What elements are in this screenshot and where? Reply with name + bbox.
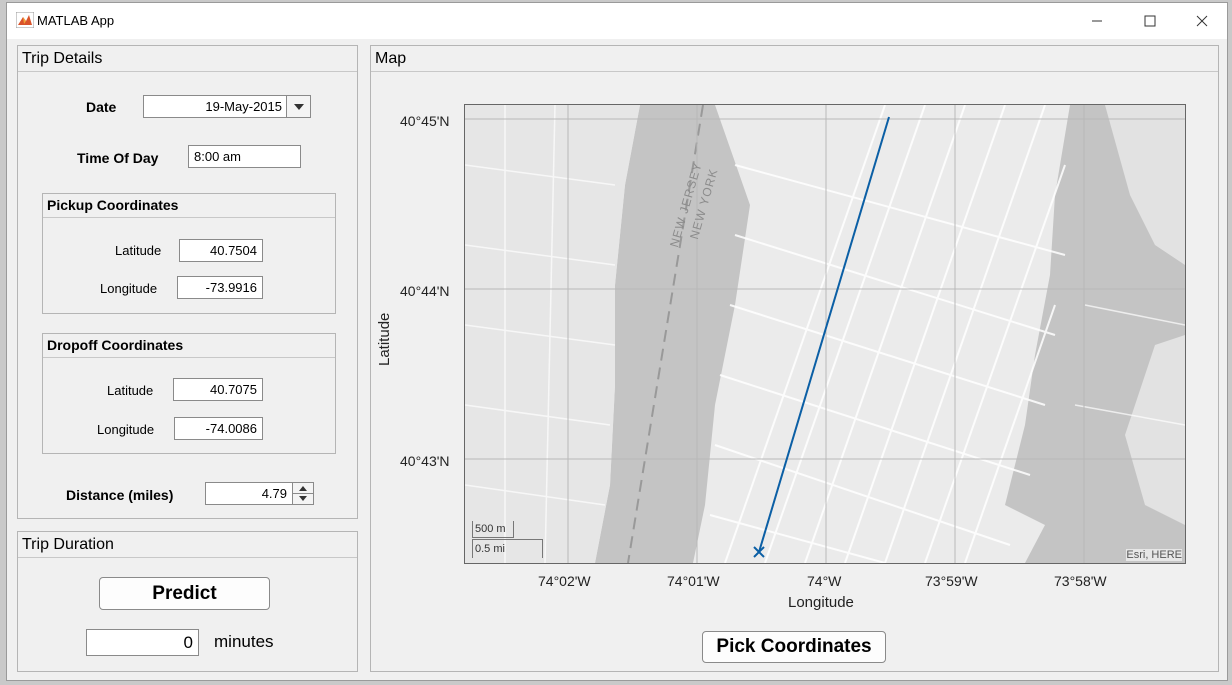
trip-duration-title: Trip Duration <box>22 536 114 553</box>
minimize-icon <box>1092 20 1102 22</box>
predict-button[interactable]: Predict <box>99 577 270 610</box>
maximize-icon <box>1144 15 1156 27</box>
matlab-icon <box>16 12 34 28</box>
close-button[interactable] <box>1177 3 1227 39</box>
lat-tick-label: 40°43'N <box>400 453 450 469</box>
dropoff-latitude-field[interactable]: 40.7075 <box>173 378 263 401</box>
trip-details-title: Trip Details <box>22 50 103 67</box>
latitude-axis-label: Latitude <box>376 312 393 366</box>
distance-label: Distance (miles) <box>66 487 174 503</box>
maximize-button[interactable] <box>1125 3 1175 39</box>
minutes-field[interactable]: 0 <box>86 629 199 656</box>
minutes-label: minutes <box>214 632 274 651</box>
chevron-down-icon <box>293 103 304 110</box>
spinner-arrows-icon <box>293 486 313 501</box>
date-label: Date <box>86 99 117 115</box>
close-icon <box>1196 15 1208 27</box>
scale-bar: 500 m 0.5 mi <box>472 521 543 560</box>
distance-field[interactable]: 4.79 <box>205 482 293 505</box>
title-bar: MATLAB App <box>7 3 1227 39</box>
dropoff-latitude-label: Latitude <box>107 383 154 398</box>
lat-tick-label: 40°44'N <box>400 283 450 299</box>
dropoff-longitude-label: Longitude <box>97 422 155 437</box>
lon-tick-label: 74°01'W <box>667 573 720 589</box>
dropoff-coordinates-panel: Dropoff Coordinates Latitude 40.7075 Lon… <box>42 333 336 454</box>
map-attribution: Esri, HERE <box>1126 549 1182 561</box>
window-title: MATLAB App <box>37 13 115 28</box>
lon-tick-label: 73°59'W <box>925 573 978 589</box>
pickup-latitude-label: Latitude <box>115 243 162 258</box>
scale-miles: 0.5 mi <box>472 539 543 558</box>
time-of-day-field[interactable]: 8:00 am <box>188 145 301 168</box>
dropoff-longitude-field[interactable]: -74.0086 <box>174 417 263 440</box>
time-of-day-label: Time Of Day <box>77 150 159 166</box>
longitude-axis-label: Longitude <box>788 594 854 611</box>
lon-tick-label: 74°W <box>807 573 842 589</box>
lon-tick-label: 74°02'W <box>538 573 591 589</box>
pickup-latitude-field[interactable]: 40.7504 <box>179 239 263 262</box>
app-window: MATLAB App Trip Details Date 19-May-2015… <box>6 2 1228 681</box>
map-title: Map <box>375 50 407 67</box>
map-axes[interactable]: NEW JERSEY NEW YORK 500 m 0.5 mi Esri, H… <box>464 104 1186 564</box>
minimize-button[interactable] <box>1072 3 1122 39</box>
trip-details-panel: Trip Details Date 19-May-2015 Time Of Da… <box>17 45 358 519</box>
trip-duration-panel: Trip Duration Predict 0 minutes <box>17 531 358 672</box>
pickup-longitude-field[interactable]: -73.9916 <box>177 276 263 299</box>
pickup-title: Pickup Coordinates <box>47 197 179 213</box>
lon-tick-label: 73°58'W <box>1054 573 1107 589</box>
pick-coordinates-button[interactable]: Pick Coordinates <box>702 631 886 663</box>
pickup-coordinates-panel: Pickup Coordinates Latitude 40.7504 Long… <box>42 193 336 314</box>
distance-spinner[interactable] <box>292 482 314 505</box>
pickup-longitude-label: Longitude <box>100 281 158 296</box>
scale-meters: 500 m <box>472 521 514 538</box>
basemap <box>465 105 1185 563</box>
date-dropdown-button[interactable] <box>286 95 311 118</box>
date-field[interactable]: 19-May-2015 <box>143 95 288 118</box>
dropoff-title: Dropoff Coordinates <box>47 337 184 353</box>
lat-tick-label: 40°45'N <box>400 113 450 129</box>
